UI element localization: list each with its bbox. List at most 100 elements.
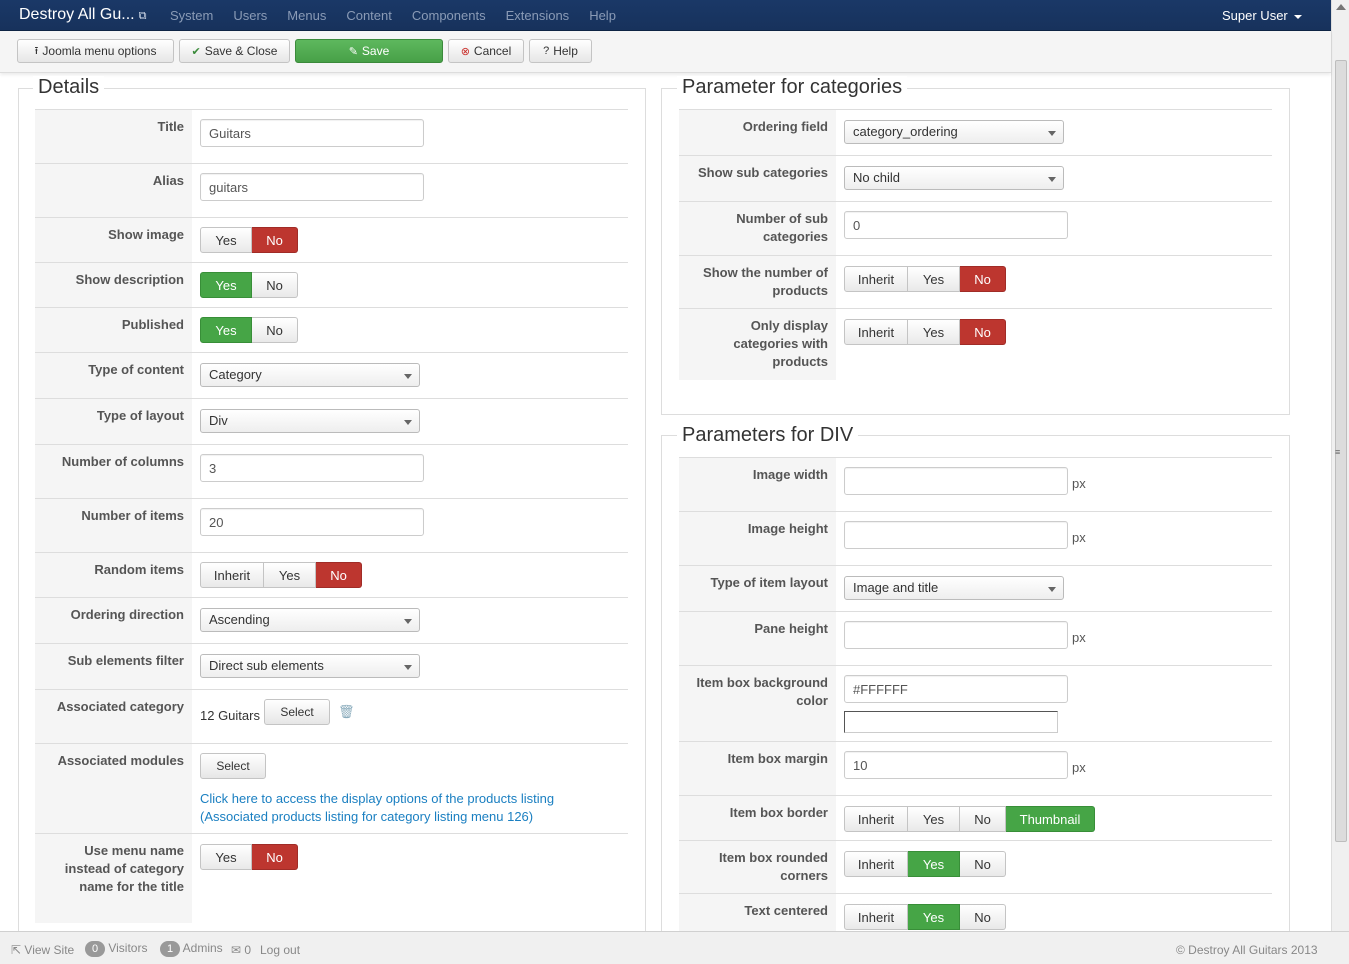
menu-components[interactable]: Components [412,8,486,23]
dropdown-arrow-icon [404,665,412,670]
show-number-yes[interactable]: Yes [908,266,960,292]
ordering-direction-select[interactable]: Ascending [200,608,420,632]
show-description-no[interactable]: No [252,272,298,298]
image-height-input[interactable] [844,521,1068,549]
dropdown-arrow-icon [1048,587,1056,592]
rounded-inherit[interactable]: Inherit [844,851,908,877]
rounded-yes[interactable]: Yes [908,851,960,877]
title-input[interactable] [200,119,424,147]
joomla-menu-options-button[interactable]: ⭱ Joomla menu options [17,39,174,63]
user-menu[interactable]: Super User [1222,8,1302,23]
type-content-select[interactable]: Category [200,363,420,387]
logout-link[interactable]: Log out [260,943,300,957]
page-scrollbar[interactable]: ≡ [1331,0,1349,931]
scroll-grip-icon: ≡ [1335,447,1341,457]
assoc-category-select-button[interactable]: Select [264,699,330,725]
site-brand-link[interactable]: Destroy All Gu... ⧉ [19,6,146,24]
random-items-yes[interactable]: Yes [264,562,316,588]
save-close-button[interactable]: ✔ Save & Close [179,39,290,63]
border-no[interactable]: No [960,806,1006,832]
only-display-toggle: Inherit Yes No [844,319,1006,345]
help-label: Help [553,44,578,58]
random-items-inherit[interactable]: Inherit [200,562,264,588]
assoc-modules-select-button[interactable]: Select [200,753,266,779]
visitors-count: 0 [85,941,105,957]
image-width-input[interactable] [844,467,1068,495]
text-centered-no[interactable]: No [960,904,1006,930]
help-button[interactable]: ? Help [529,39,592,63]
menu-menus[interactable]: Menus [287,8,326,23]
alias-input[interactable] [200,173,424,201]
show-sub-select[interactable]: No child [844,166,1064,190]
sub-elements-value: Direct sub elements [209,658,324,673]
view-site-link[interactable]: ⇱ View Site [11,943,74,957]
main-menu: System Users Menus Content Components Ex… [170,8,636,23]
rounded-no[interactable]: No [960,851,1006,877]
show-description-label: Show description [35,263,192,307]
sub-elements-select[interactable]: Direct sub elements [200,654,420,678]
item-layout-label: Type of item layout [679,566,836,611]
ordering-field-value: category_ordering [853,124,958,139]
show-image-no[interactable]: No [252,227,298,253]
color-swatch[interactable] [844,711,1058,733]
menu-users[interactable]: Users [233,8,267,23]
type-layout-select[interactable]: Div [200,409,420,433]
categories-legend: Parameter for categories [677,76,908,99]
border-yes[interactable]: Yes [908,806,960,832]
row-assoc-modules: Associated modules Select Click here to … [35,743,628,833]
show-description-yes[interactable]: Yes [200,272,252,298]
use-menu-name-yes[interactable]: Yes [200,844,252,870]
menu-content[interactable]: Content [346,8,392,23]
save-button[interactable]: ✎ Save [295,39,443,63]
row-margin: Item box margin px [679,741,1272,795]
num-items-input[interactable] [200,508,424,536]
cancel-button[interactable]: ⊗ Cancel [448,39,524,63]
action-toolbar: ⭱ Joomla menu options ✔ Save & Close ✎ Save… [0,31,1331,73]
only-display-no[interactable]: No [960,319,1006,345]
num-sub-input[interactable] [844,211,1068,239]
margin-input[interactable] [844,751,1068,779]
text-centered-inherit[interactable]: Inherit [844,904,908,930]
user-name: Super User [1222,8,1288,23]
random-items-label: Random items [35,553,192,597]
show-image-label: Show image [35,218,192,262]
ordering-field-select[interactable]: category_ordering [844,120,1064,144]
products-listing-link[interactable]: Click here to access the display options… [200,790,620,826]
cancel-icon: ⊗ [460,45,470,58]
edit-icon: ✎ [348,45,358,58]
bg-color-input[interactable] [844,675,1068,703]
show-image-yes[interactable]: Yes [200,227,252,253]
border-toggle: Inherit Yes No Thumbnail [844,806,1095,832]
trash-icon[interactable]: 🗑 [338,704,355,720]
use-menu-name-no[interactable]: No [252,844,298,870]
envelope-icon: ✉ [231,943,242,957]
published-no[interactable]: No [252,317,298,343]
show-number-no[interactable]: No [960,266,1006,292]
px-unit: px [1072,530,1086,545]
pane-height-input[interactable] [844,621,1068,649]
messages-indicator[interactable]: ✉ 0 [231,943,251,957]
only-display-yes[interactable]: Yes [908,319,960,345]
scroll-up-icon[interactable] [1336,4,1346,10]
only-display-inherit[interactable]: Inherit [844,319,908,345]
item-layout-value: Image and title [853,580,939,595]
random-items-no[interactable]: No [316,562,362,588]
px-unit: px [1072,476,1086,491]
border-inherit[interactable]: Inherit [844,806,908,832]
logout-label: Log out [260,943,301,957]
menu-extensions[interactable]: Extensions [506,8,570,23]
menu-help[interactable]: Help [589,8,616,23]
text-centered-yes[interactable]: Yes [908,904,960,930]
use-menu-name-toggle: Yes No [200,844,298,870]
border-thumbnail[interactable]: Thumbnail [1006,806,1095,832]
num-columns-label: Number of columns [35,445,192,498]
show-number-inherit[interactable]: Inherit [844,266,908,292]
item-layout-select[interactable]: Image and title [844,576,1064,600]
dropdown-arrow-icon [1048,131,1056,136]
visitors-label: Visitors [108,941,148,955]
row-alias: Alias [35,163,628,217]
menu-system[interactable]: System [170,8,213,23]
row-item-layout: Type of item layout Image and title [679,565,1272,611]
published-yes[interactable]: Yes [200,317,252,343]
num-columns-input[interactable] [200,454,424,482]
